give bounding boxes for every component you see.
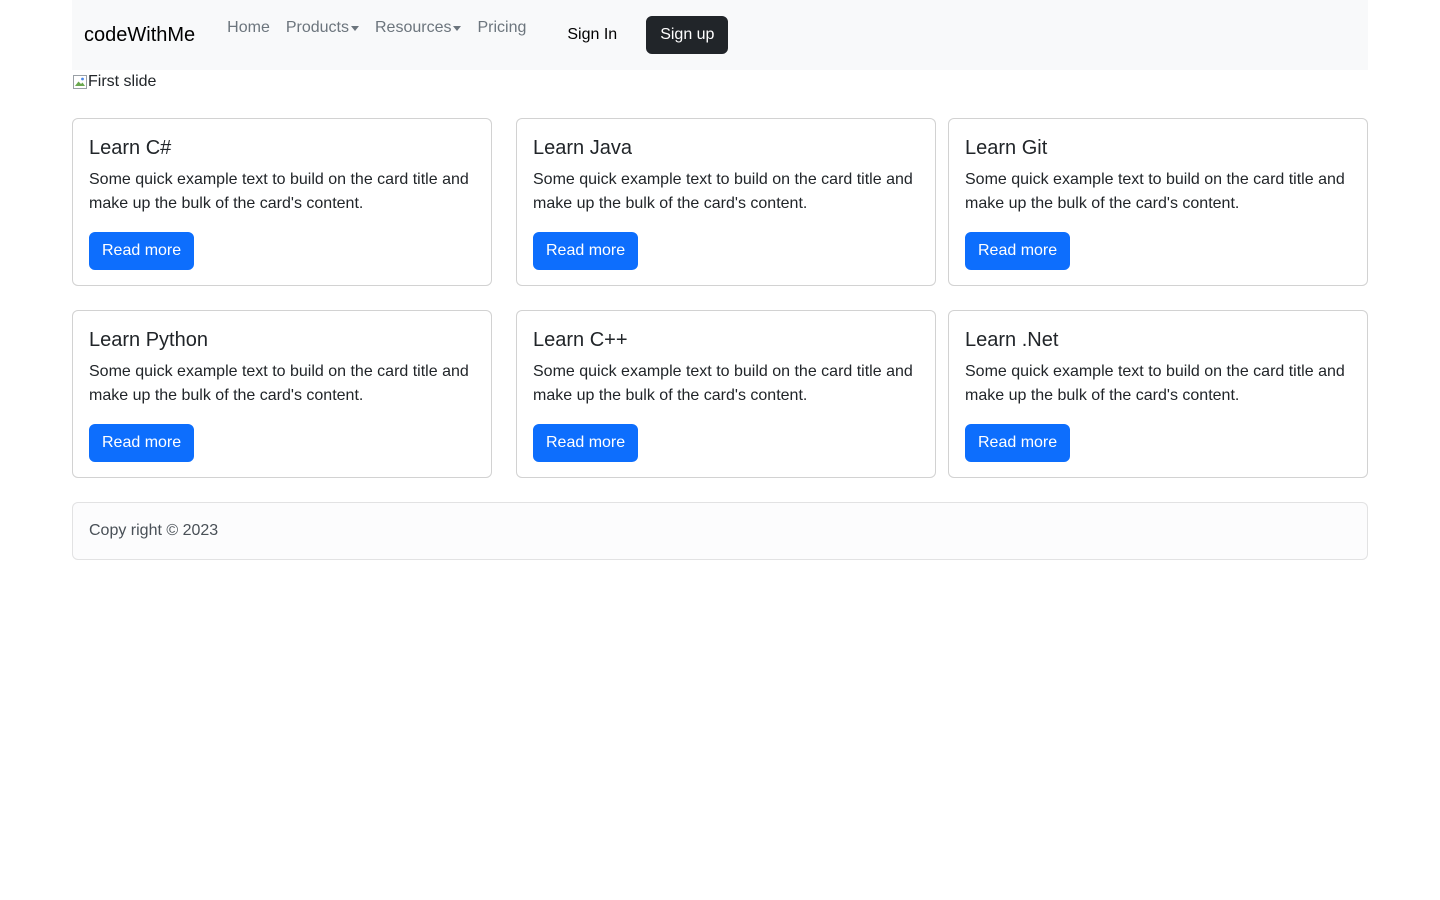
navbar: codeWithMe Home Products Resources Prici… [72, 0, 1368, 70]
card-title: Learn C# [89, 137, 172, 159]
footer: Copy right © 2023 [72, 502, 1368, 560]
card-title: Learn C++ [533, 329, 628, 351]
course-card-python: Learn Python Some quick example text to … [72, 310, 492, 478]
card-text: Some quick example text to build on the … [89, 363, 469, 404]
course-card-csharp: Learn C# Some quick example text to buil… [72, 118, 492, 286]
read-more-button[interactable]: Read more [965, 232, 1071, 270]
course-card-git: Learn Git Some quick example text to bui… [948, 118, 1368, 286]
nav-link-label: Products [285, 19, 349, 36]
nav-link-products[interactable]: Products [278, 18, 367, 37]
copyright-text: Copy right © 2023 [89, 522, 219, 539]
course-card-cpp: Learn C++ Some quick example text to bui… [516, 310, 936, 478]
read-more-button[interactable]: Read more [533, 424, 639, 462]
caret-down-icon [350, 26, 359, 32]
card-title: Learn Git [965, 137, 1048, 159]
card-text: Some quick example text to build on the … [965, 171, 1345, 212]
card-text: Some quick example text to build on the … [533, 363, 913, 404]
card-grid: Learn C# Some quick example text to buil… [72, 118, 1368, 502]
broken-image-icon [73, 74, 87, 89]
auth-buttons: Sign In Sign up [555, 16, 729, 54]
card-title: Learn Java [533, 137, 632, 159]
carousel-slide-image: First slide [72, 72, 156, 91]
brand-logo[interactable]: codeWithMe [84, 25, 195, 45]
nav-link-label: Pricing [477, 19, 527, 36]
page-container: codeWithMe Home Products Resources Prici… [72, 0, 1368, 560]
nav-link-resources[interactable]: Resources [367, 18, 469, 37]
nav-link-label: Home [227, 19, 270, 36]
sign-up-button[interactable]: Sign up [646, 16, 729, 54]
caret-down-icon [453, 26, 462, 32]
read-more-button[interactable]: Read more [965, 424, 1071, 462]
read-more-button[interactable]: Read more [89, 424, 195, 462]
course-card-java: Learn Java Some quick example text to bu… [516, 118, 936, 286]
read-more-button[interactable]: Read more [533, 232, 639, 270]
carousel: First slide [72, 70, 1368, 118]
card-text: Some quick example text to build on the … [533, 171, 913, 212]
read-more-button[interactable]: Read more [89, 232, 195, 270]
sign-in-button[interactable]: Sign In [555, 18, 629, 52]
nav-links: Home Products Resources Pricing [219, 0, 534, 70]
course-card-dotnet: Learn .Net Some quick example text to bu… [948, 310, 1368, 478]
card-title: Learn Python [89, 329, 208, 351]
card-text: Some quick example text to build on the … [965, 363, 1345, 404]
card-text: Some quick example text to build on the … [89, 171, 469, 212]
card-title: Learn .Net [965, 329, 1059, 351]
nav-link-label: Resources [374, 19, 452, 36]
nav-link-pricing[interactable]: Pricing [469, 18, 534, 37]
nav-link-home[interactable]: Home [219, 18, 278, 37]
image-alt-text: First slide [88, 73, 157, 90]
